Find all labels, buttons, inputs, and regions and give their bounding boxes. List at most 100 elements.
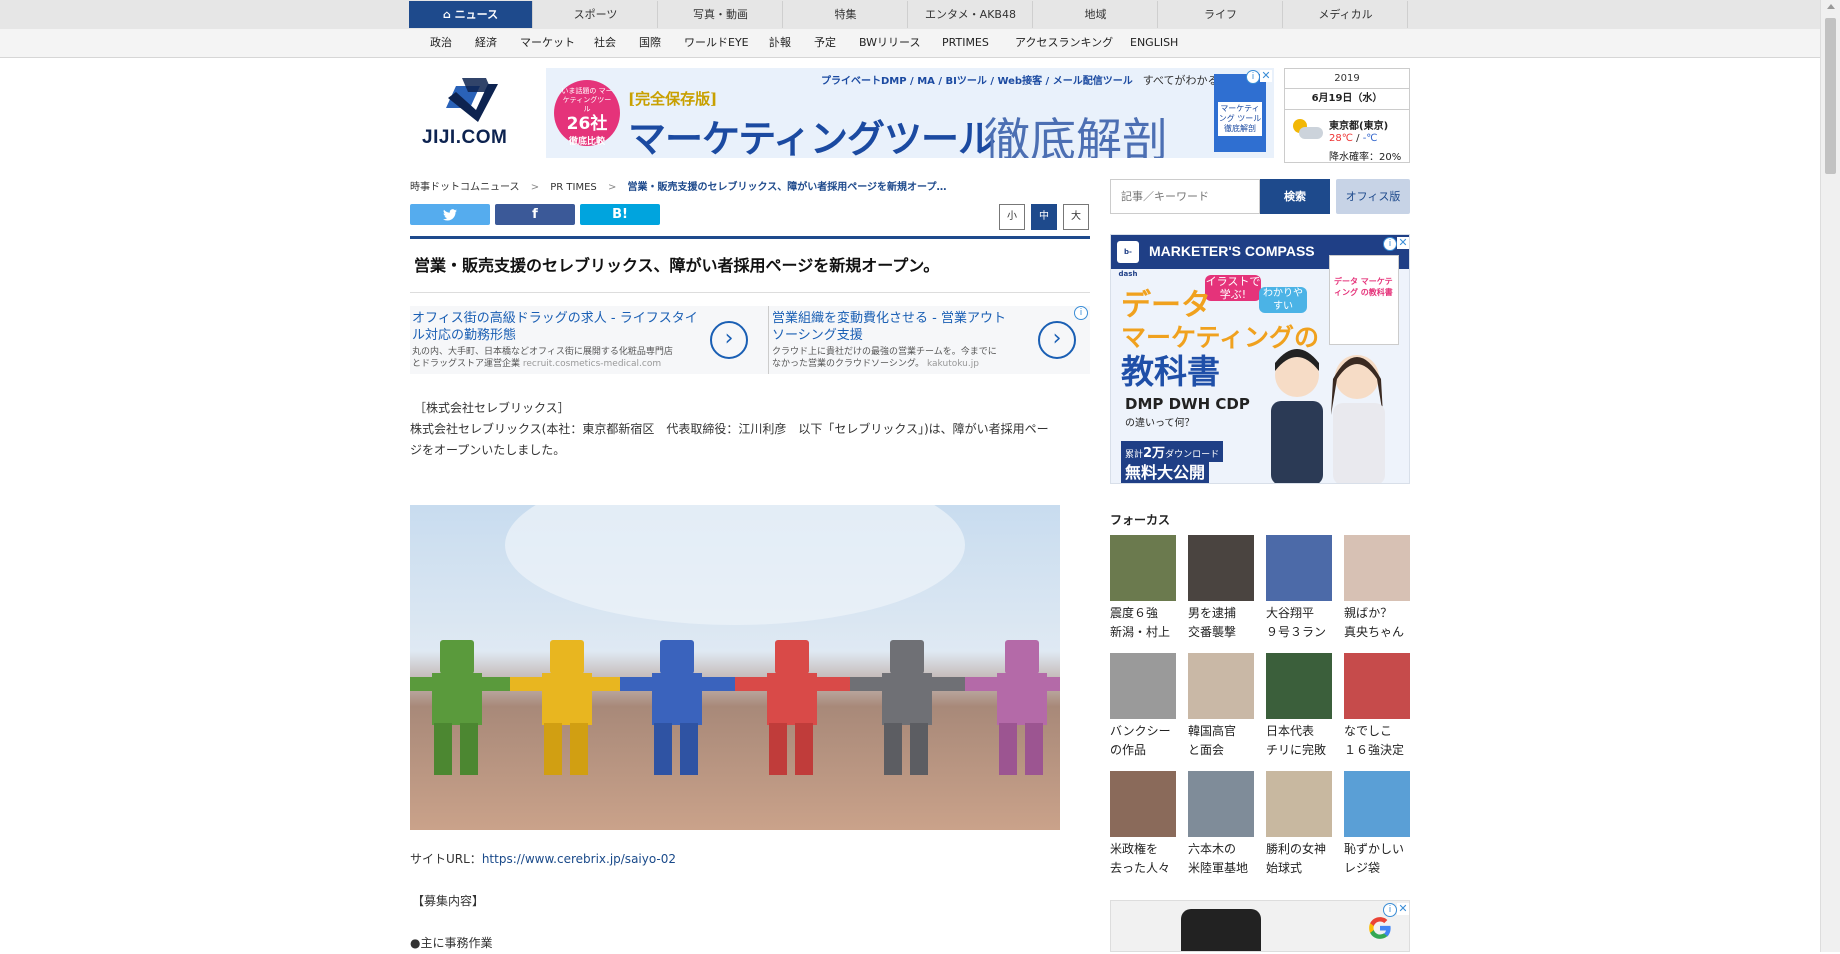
focus-section-title: フォーカス <box>1110 513 1171 527</box>
focus-thumbnail[interactable] <box>1188 535 1254 601</box>
ad-close-icon[interactable]: ✕ <box>1397 237 1409 249</box>
subnav-world-eye[interactable]: ワールドEYE <box>684 29 749 57</box>
focus-item[interactable]: 親ばか？ 真央ちゃん <box>1344 535 1410 642</box>
focus-caption[interactable]: 韓国高官 と面会 <box>1188 722 1254 760</box>
focus-caption[interactable]: 親ばか？ 真央ちゃん <box>1344 604 1410 642</box>
ad-line-3: 教科書 <box>1121 352 1220 391</box>
breadcrumb-separator: > <box>607 182 617 193</box>
facebook-share-button[interactable]: f <box>495 204 575 225</box>
tab-entertainment[interactable]: エンタメ・AKB48 <box>909 1 1033 28</box>
focus-item[interactable]: 日本代表 チリに完敗 <box>1266 653 1332 760</box>
scrollbar-thumb[interactable] <box>1825 18 1836 174</box>
banner-book-image: マーケティング ツール 徹底解剖 <box>1214 74 1266 152</box>
focus-item[interactable]: なでしこ １６強決定 <box>1344 653 1410 760</box>
focus-thumbnail[interactable] <box>1266 535 1332 601</box>
tab-features[interactable]: 特集 <box>784 1 908 28</box>
text-ad-1[interactable]: オフィス街の高級ドラッグの求人 - ライフスタイル対応の勤務形態 丸の内、大手町… <box>410 306 769 374</box>
focus-item[interactable]: 六本木の 米陸軍基地 <box>1188 771 1254 878</box>
hatena-bookmark-button[interactable]: B! <box>580 204 660 225</box>
focus-thumbnail[interactable] <box>1188 771 1254 837</box>
subnav-bw-release[interactable]: BWリリース <box>859 29 920 57</box>
focus-thumbnail[interactable] <box>1110 771 1176 837</box>
text-ad-description: 丸の内、大手町、日本橋などオフィス街に展開する化粧品専門店 とドラッグストア運営企… <box>412 347 673 369</box>
chevron-right-icon[interactable]: › <box>1038 321 1076 359</box>
focus-caption[interactable]: 大谷翔平 ９号３ラン <box>1266 604 1332 642</box>
focus-thumbnail[interactable] <box>1266 653 1332 719</box>
ad-close-icon[interactable]: ✕ <box>1260 70 1272 82</box>
twitter-share-button[interactable] <box>410 204 490 225</box>
focus-thumbnail[interactable] <box>1266 771 1332 837</box>
subnav-prtimes[interactable]: PRTIMES <box>942 29 989 57</box>
focus-caption[interactable]: 米政権を 去った人々 <box>1110 840 1176 878</box>
banner-headline: マーケティングツール <box>628 117 996 158</box>
ad-info-icon[interactable]: i <box>1074 306 1088 320</box>
focus-thumbnail[interactable] <box>1344 653 1410 719</box>
tab-life[interactable]: ライフ <box>1159 1 1283 28</box>
tab-sports[interactable]: スポーツ <box>534 1 658 28</box>
font-size-medium-button[interactable]: 中 <box>1031 204 1057 230</box>
subnav-economy[interactable]: 経済 <box>475 29 497 57</box>
font-size-large-button[interactable]: 大 <box>1063 204 1089 230</box>
subnav-international[interactable]: 国際 <box>639 29 661 57</box>
recruit-heading: 【募集内容】 <box>412 894 485 908</box>
subnav-society[interactable]: 社会 <box>594 29 616 57</box>
banner-badge: いま話題の マーケティングツール 26社 徹底比較 <box>554 80 620 147</box>
subnav-politics[interactable]: 政治 <box>430 29 452 57</box>
search-button[interactable]: 検索 <box>1260 179 1330 214</box>
focus-thumbnail[interactable] <box>1110 535 1176 601</box>
font-size-small-button[interactable]: 小 <box>999 204 1025 230</box>
text-ad-title[interactable]: 営業組織を変動費化させる - 営業アウトソーシング支援 <box>772 310 1012 344</box>
ad-free: 無料大公開 <box>1121 459 1210 483</box>
search-input[interactable] <box>1111 180 1251 213</box>
text-ad-2[interactable]: 営業組織を変動費化させる - 営業アウトソーシング支援 クラウド上に貴社だけの最… <box>770 306 1090 374</box>
text-ad-title[interactable]: オフィス街の高級ドラッグの求人 - ライフスタイル対応の勤務形態 <box>412 310 702 344</box>
sidebar-ad[interactable]: b-dash MARKETER'S COMPASS イラストで学ぶ! わかりやす… <box>1110 234 1410 484</box>
sidebar-ad-2[interactable]: i ✕ <box>1110 900 1410 952</box>
focus-item[interactable]: 恥ずかしい レジ袋 <box>1344 771 1410 878</box>
subnav-obituaries[interactable]: 訃報 <box>769 29 791 57</box>
article-headline: 営業・販売支援のセレブリックス、障がい者採用ページを新規オープン。 <box>414 256 940 275</box>
office-edition-button[interactable]: オフィス版 <box>1336 179 1410 214</box>
focus-caption[interactable]: 勝利の女神 始球式 <box>1266 840 1332 878</box>
focus-caption[interactable]: 恥ずかしい レジ袋 <box>1344 840 1410 878</box>
focus-item[interactable]: バンクシー の作品 <box>1110 653 1176 760</box>
focus-caption[interactable]: 六本木の 米陸軍基地 <box>1188 840 1254 878</box>
focus-caption[interactable]: なでしこ １６強決定 <box>1344 722 1410 760</box>
focus-item[interactable]: 大谷翔平 ９号３ラン <box>1266 535 1332 642</box>
banner-ad[interactable]: いま話題の マーケティングツール 26社 徹底比較 プライベートDMP / MA… <box>546 68 1274 158</box>
weather-widget[interactable]: 2019 6月19日（水） 東京都(東京) 28℃ / -℃ 降水確率：20% <box>1284 68 1410 163</box>
ad-info-icon[interactable]: i <box>1246 70 1260 84</box>
scroll-up-icon[interactable] <box>1827 4 1835 9</box>
focus-thumbnail[interactable] <box>1344 771 1410 837</box>
site-url-link[interactable]: https://www.cerebrix.jp/saiyo-02 <box>482 852 676 866</box>
focus-item[interactable]: 韓国高官 と面会 <box>1188 653 1254 760</box>
subnav-schedule[interactable]: 予定 <box>814 29 836 57</box>
site-logo[interactable]: JIJI.COM <box>410 78 530 152</box>
ad-info-icon[interactable]: i <box>1383 237 1397 251</box>
breadcrumb-home[interactable]: 時事ドットコムニュース <box>410 182 520 193</box>
focus-item[interactable]: 米政権を 去った人々 <box>1110 771 1176 878</box>
ad-info-icon[interactable]: i <box>1383 903 1397 917</box>
page-scrollbar[interactable] <box>1820 0 1840 952</box>
focus-thumbnail[interactable] <box>1344 535 1410 601</box>
focus-caption[interactable]: バンクシー の作品 <box>1110 722 1176 760</box>
focus-caption[interactable]: 日本代表 チリに完敗 <box>1266 722 1332 760</box>
breadcrumb-prtimes[interactable]: PR TIMES <box>550 182 597 193</box>
focus-thumbnail[interactable] <box>1188 653 1254 719</box>
subnav-market[interactable]: マーケット <box>520 29 575 57</box>
focus-caption[interactable]: 震度６強 新潟・村上 <box>1110 604 1176 642</box>
focus-item[interactable]: 勝利の女神 始球式 <box>1266 771 1332 878</box>
subnav-access-ranking[interactable]: アクセスランキング <box>1015 29 1113 57</box>
chevron-right-icon[interactable]: › <box>710 321 748 359</box>
focus-caption[interactable]: 男を逮捕 交番襲撃 <box>1188 604 1254 642</box>
focus-item[interactable]: 震度６強 新潟・村上 <box>1110 535 1176 642</box>
focus-thumbnail[interactable] <box>1110 653 1176 719</box>
tab-region[interactable]: 地域 <box>1034 1 1158 28</box>
tab-news[interactable]: ⌂ ニュース <box>409 1 533 28</box>
focus-item[interactable]: 男を逮捕 交番襲撃 <box>1188 535 1254 642</box>
subnav-english[interactable]: ENGLISH <box>1130 29 1178 57</box>
tab-medical[interactable]: メディカル <box>1284 1 1408 28</box>
tab-photo-video[interactable]: 写真・動画 <box>659 1 783 28</box>
ad-close-icon[interactable]: ✕ <box>1397 903 1409 915</box>
ad-brand: MARKETER'S COMPASS <box>1149 243 1315 259</box>
